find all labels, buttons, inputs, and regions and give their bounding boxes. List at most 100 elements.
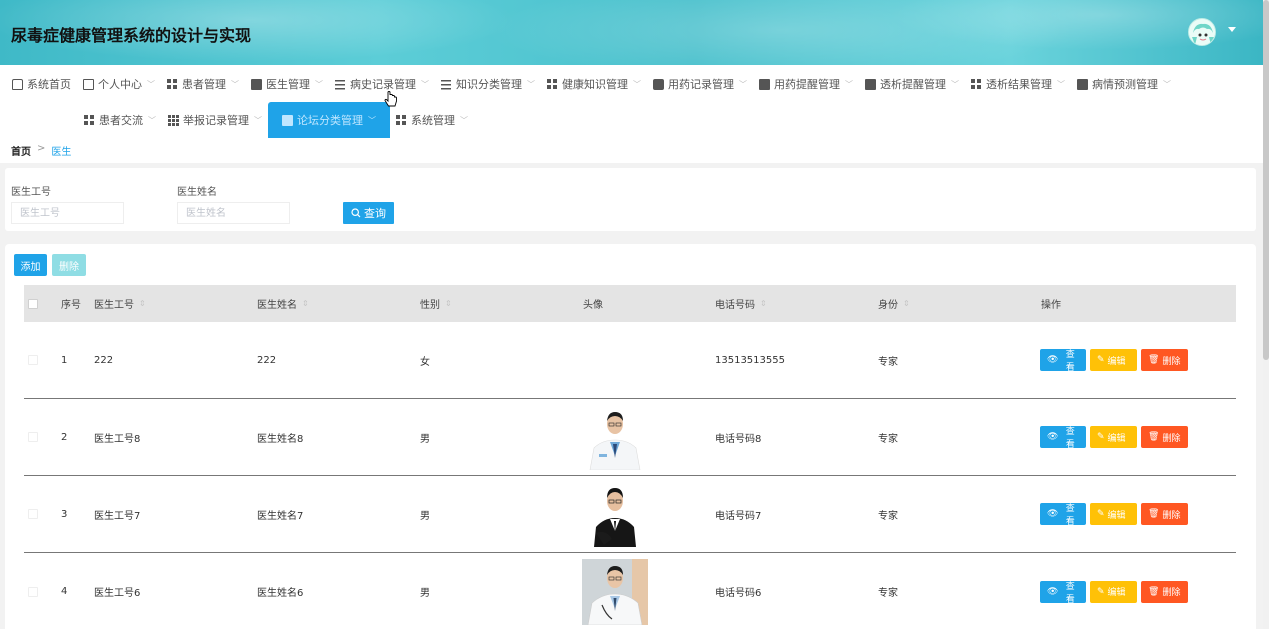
row-checkbox[interactable] (28, 586, 38, 597)
chevron-down-icon: ﹀ (254, 115, 262, 125)
nav-item-medication-reminder[interactable]: 用药提醒管理 ﹀ (753, 66, 859, 102)
delete-button[interactable]: 🗑 删除 (1141, 349, 1188, 371)
delete-button[interactable]: 🗑 删除 (1141, 503, 1188, 525)
eye-icon: 👁 (1047, 432, 1059, 442)
row-checkbox[interactable] (28, 509, 38, 519)
nav-item-patient-mgmt[interactable]: 患者管理 ﹀ (161, 66, 245, 102)
header-label: 医生姓名 (257, 300, 297, 311)
nav-item-doctor-mgmt[interactable]: 医生管理 ﹀ (245, 66, 329, 102)
header-gender[interactable]: 性别 ⇕ (420, 285, 452, 322)
lines-icon (335, 78, 346, 90)
cell-index: 4 (61, 586, 68, 597)
select-all-checkbox[interactable] (28, 298, 38, 309)
table-row: 4 医生工号6 医生姓名6 男 电话号码6 专家 👁 查看 ✎ 编辑 🗑 删除 (24, 553, 1236, 629)
cell-doctor-name: 医生姓名6 (257, 588, 304, 599)
header-actions: 操作 (1041, 300, 1061, 311)
nav-item-knowledge-category[interactable]: 知识分类管理 ﹀ (435, 66, 541, 102)
nav-label: 病史记录管理 (350, 78, 416, 91)
cell-identity: 专家 (878, 356, 898, 368)
search-button[interactable]: 查询 (343, 202, 394, 224)
edit-button[interactable]: ✎ 编辑 (1090, 426, 1137, 448)
eye-icon: 👁 (1047, 355, 1059, 365)
chevron-down-icon: ﹀ (1057, 79, 1065, 89)
view-button[interactable]: 👁 查看 (1040, 580, 1086, 605)
chevron-down-icon: ﹀ (739, 79, 747, 89)
cell-doctor-id: 医生工号7 (94, 510, 141, 522)
sort-icon: ⇕ (903, 299, 910, 308)
edit-button[interactable]: ✎ 编辑 (1090, 580, 1137, 603)
edit-icon: ✎ (1097, 586, 1105, 597)
header-label: 性别 (420, 300, 440, 311)
doc-icon (865, 78, 876, 90)
cell-gender: 男 (420, 510, 430, 522)
nav-item-health-knowledge[interactable]: 健康知识管理 ﹀ (541, 66, 647, 102)
doctor-id-label: 医生工号 (11, 187, 51, 198)
hand-pointer-cursor-icon (384, 91, 397, 107)
doctor-table: 序号 医生工号 ⇕ 医生姓名 ⇕ 性别 ⇕ 头像 电话号码 ⇕ 身份 ⇕ 操作 1 222… (24, 285, 1236, 629)
thumb-icon (653, 78, 664, 90)
row-checkbox[interactable] (28, 432, 38, 442)
breadcrumb-separator: > (37, 143, 46, 154)
nav-item-home[interactable]: 系统首页 (6, 66, 77, 102)
edit-button[interactable]: ✎ 编辑 (1090, 349, 1137, 371)
doctor-id-input[interactable] (11, 202, 124, 224)
avatar-dropdown-caret[interactable] (1228, 27, 1236, 32)
chevron-down-icon: ﹀ (460, 115, 468, 125)
row-checkbox-cell (28, 553, 38, 629)
cell-identity: 专家 (878, 510, 898, 522)
grid-icon (547, 78, 558, 90)
nav-item-forum-category[interactable]: 论坛分类管理 ﹀ (268, 102, 390, 138)
header-doctor-id[interactable]: 医生工号 ⇕ (94, 285, 146, 322)
chevron-down-icon: ﹀ (315, 79, 323, 89)
doctor-name-input[interactable] (177, 202, 290, 224)
delete-label: 删除 (1162, 356, 1181, 367)
breadcrumb-home[interactable]: 首页 (11, 143, 31, 158)
view-button[interactable]: 👁 查看 (1040, 349, 1086, 373)
cell-phone: 电话号码8 (715, 433, 762, 445)
view-button[interactable]: 👁 查看 (1040, 426, 1086, 450)
sort-icon: ⇕ (445, 299, 452, 308)
batch-delete-button[interactable]: 删除 (52, 254, 86, 276)
edit-button[interactable]: ✎ 编辑 (1090, 503, 1137, 525)
nav-item-history-mgmt[interactable]: 病史记录管理 ﹀ (329, 66, 435, 102)
nav-item-condition-prediction[interactable]: 病情预测管理 ﹀ (1071, 66, 1177, 102)
delete-button[interactable]: 🗑 删除 (1141, 426, 1188, 448)
cell-identity: 专家 (878, 433, 898, 445)
add-button[interactable]: 添加 (14, 254, 47, 276)
nav-label: 个人中心 (98, 78, 142, 91)
view-button[interactable]: 👁 查看 (1040, 503, 1086, 527)
doc-icon (759, 78, 770, 90)
table-panel: 添加 删除 序号 医生工号 ⇕ 医生姓名 ⇕ 性别 ⇕ 头像 电话号码 ⇕ 身份 ⇕ 操作… (5, 244, 1256, 629)
nav-item-personal-center[interactable]: 个人中心 ﹀ (77, 66, 161, 102)
cell-index: 2 (61, 431, 68, 443)
header-phone[interactable]: 电话号码 ⇕ (715, 285, 767, 322)
table-row: 3 医生工号7 医生姓名7 男 电话号码7 专家 👁 查看 ✎ 编辑 🗑 删除 (24, 476, 1236, 553)
top-navigation: 系统首页 个人中心 ﹀ 患者管理 ﹀ 医生管理 ﹀ 病史记录管理 ﹀ 知识分类管… (0, 65, 1263, 163)
eye-icon: 👁 (1047, 586, 1059, 597)
trash-icon: 🗑 (1148, 432, 1160, 442)
bag-icon (251, 78, 262, 90)
page-scrollbar-thumb[interactable] (1263, 0, 1269, 360)
header-label: 医生工号 (94, 300, 134, 311)
nav-item-medication-record[interactable]: 用药记录管理 ﹀ (647, 66, 753, 102)
nav-item-patient-exchange[interactable]: 患者交流 ﹀ (78, 102, 162, 138)
nav-item-dialysis-reminder[interactable]: 透析提醒管理 ﹀ (859, 66, 965, 102)
nav-item-system-mgmt[interactable]: 系统管理 ﹀ (390, 102, 474, 138)
delete-label: 删除 (1162, 510, 1181, 521)
header-identity[interactable]: 身份 ⇕ (878, 285, 910, 322)
row-checkbox[interactable] (28, 355, 38, 365)
delete-button[interactable]: 🗑 删除 (1141, 580, 1188, 603)
cell-doctor-id: 医生工号8 (94, 433, 141, 445)
nav-label: 知识分类管理 (456, 78, 522, 91)
monitor-icon (282, 114, 293, 126)
nav-item-dialysis-result[interactable]: 透析结果管理 ﹀ (965, 66, 1071, 102)
nav-label: 用药记录管理 (668, 78, 734, 91)
edit-label: 编辑 (1107, 433, 1126, 444)
user-avatar[interactable] (1188, 18, 1216, 46)
header-index: 序号 (61, 300, 81, 311)
app-header: 尿毒症健康管理系统的设计与实现 (0, 0, 1263, 65)
header-doctor-name[interactable]: 医生姓名 ⇕ (257, 285, 309, 322)
nav-item-report-record[interactable]: 举报记录管理 ﹀ (162, 102, 268, 138)
nav-label: 透析结果管理 (986, 78, 1052, 91)
avatar-icon (1189, 19, 1215, 45)
